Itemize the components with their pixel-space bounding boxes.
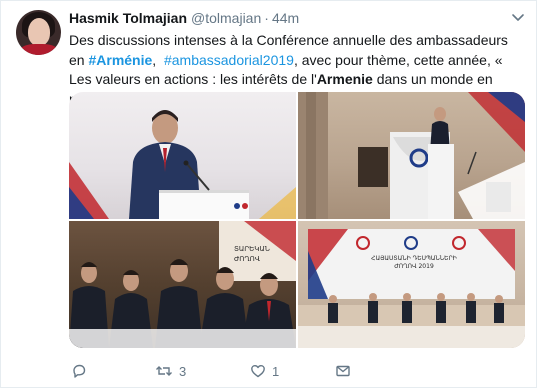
avatar-face [28,18,50,46]
avatar-shirt [20,44,58,55]
photo-speaker-at-podium[interactable] [69,92,296,219]
separator-dot: · [264,10,269,26]
svg-text:ՏԱՐԵԿԱՆ: ՏԱՐԵԿԱՆ [234,245,270,253]
photo-panel-seated-closeup[interactable]: ՏԱՐԵԿԱՆ ԺՈՂՈՎ [69,221,296,348]
tweet-time[interactable]: 44m [272,10,299,26]
chevron-down-icon[interactable] [511,13,525,23]
like-button[interactable]: 1 [250,361,279,381]
author-handle[interactable]: @tolmajian [191,10,261,26]
photo-1-illustration [69,110,296,219]
hashtag-ambassadorial2019[interactable]: #ambassadorial2019 [164,52,294,68]
tweet-card[interactable]: Hasmik Tolmajian @tolmajian · 44m Des di… [0,0,537,388]
reply-icon [73,364,86,378]
like-count: 1 [272,363,280,379]
mail-icon [336,365,350,377]
media-grid: ՏԱՐԵԿԱՆ ԺՈՂՈՎ ՀԱՅԱՍՏԱՆԻ ԴԵՍՊԱՆՆԵՐԻ ԺՈՂՈՎ… [69,92,525,348]
author-name[interactable]: Hasmik Tolmajian [69,10,187,26]
retweet-icon [156,366,172,376]
tweet-text-comma: , [152,51,164,68]
hashtag-armenie[interactable]: #Arménie [88,52,152,68]
photo-conference-hall-speaker[interactable] [298,92,525,219]
bold-armenie: Armenie [316,71,373,87]
retweet-button[interactable]: 3 [155,361,186,381]
stage-sign-line2: ԺՈՂՈՎ 2019 [394,263,434,270]
photo-2-illustration [298,92,525,219]
heart-icon [251,365,265,378]
reply-button[interactable] [71,361,93,381]
stage-sign-line1: ՀԱՅԱՍՏԱՆԻ ԴԵՍՊԱՆՆԵՐԻ [371,255,457,262]
avatar[interactable] [16,10,61,55]
share-button[interactable] [335,361,351,381]
photo-4-illustration [298,229,525,348]
retweet-count: 3 [179,363,187,379]
stage-sign: ՀԱՅԱՍՏԱՆԻ ԴԵՍՊԱՆՆԵՐԻ ԺՈՂՈՎ 2019 [354,255,474,271]
photo-3-illustration: ՏԱՐԵԿԱՆ ԺՈՂՈՎ [69,221,296,348]
tweet-header: Hasmik Tolmajian @tolmajian · 44m [69,10,299,30]
svg-text:ԺՈՂՈՎ: ԺՈՂՈՎ [234,255,261,263]
photo-panel-stage-wide[interactable]: ՀԱՅԱՍՏԱՆԻ ԴԵՍՊԱՆՆԵՐԻ ԺՈՂՈՎ 2019 [298,221,525,348]
tweet-actions: 3 1 [69,361,525,381]
